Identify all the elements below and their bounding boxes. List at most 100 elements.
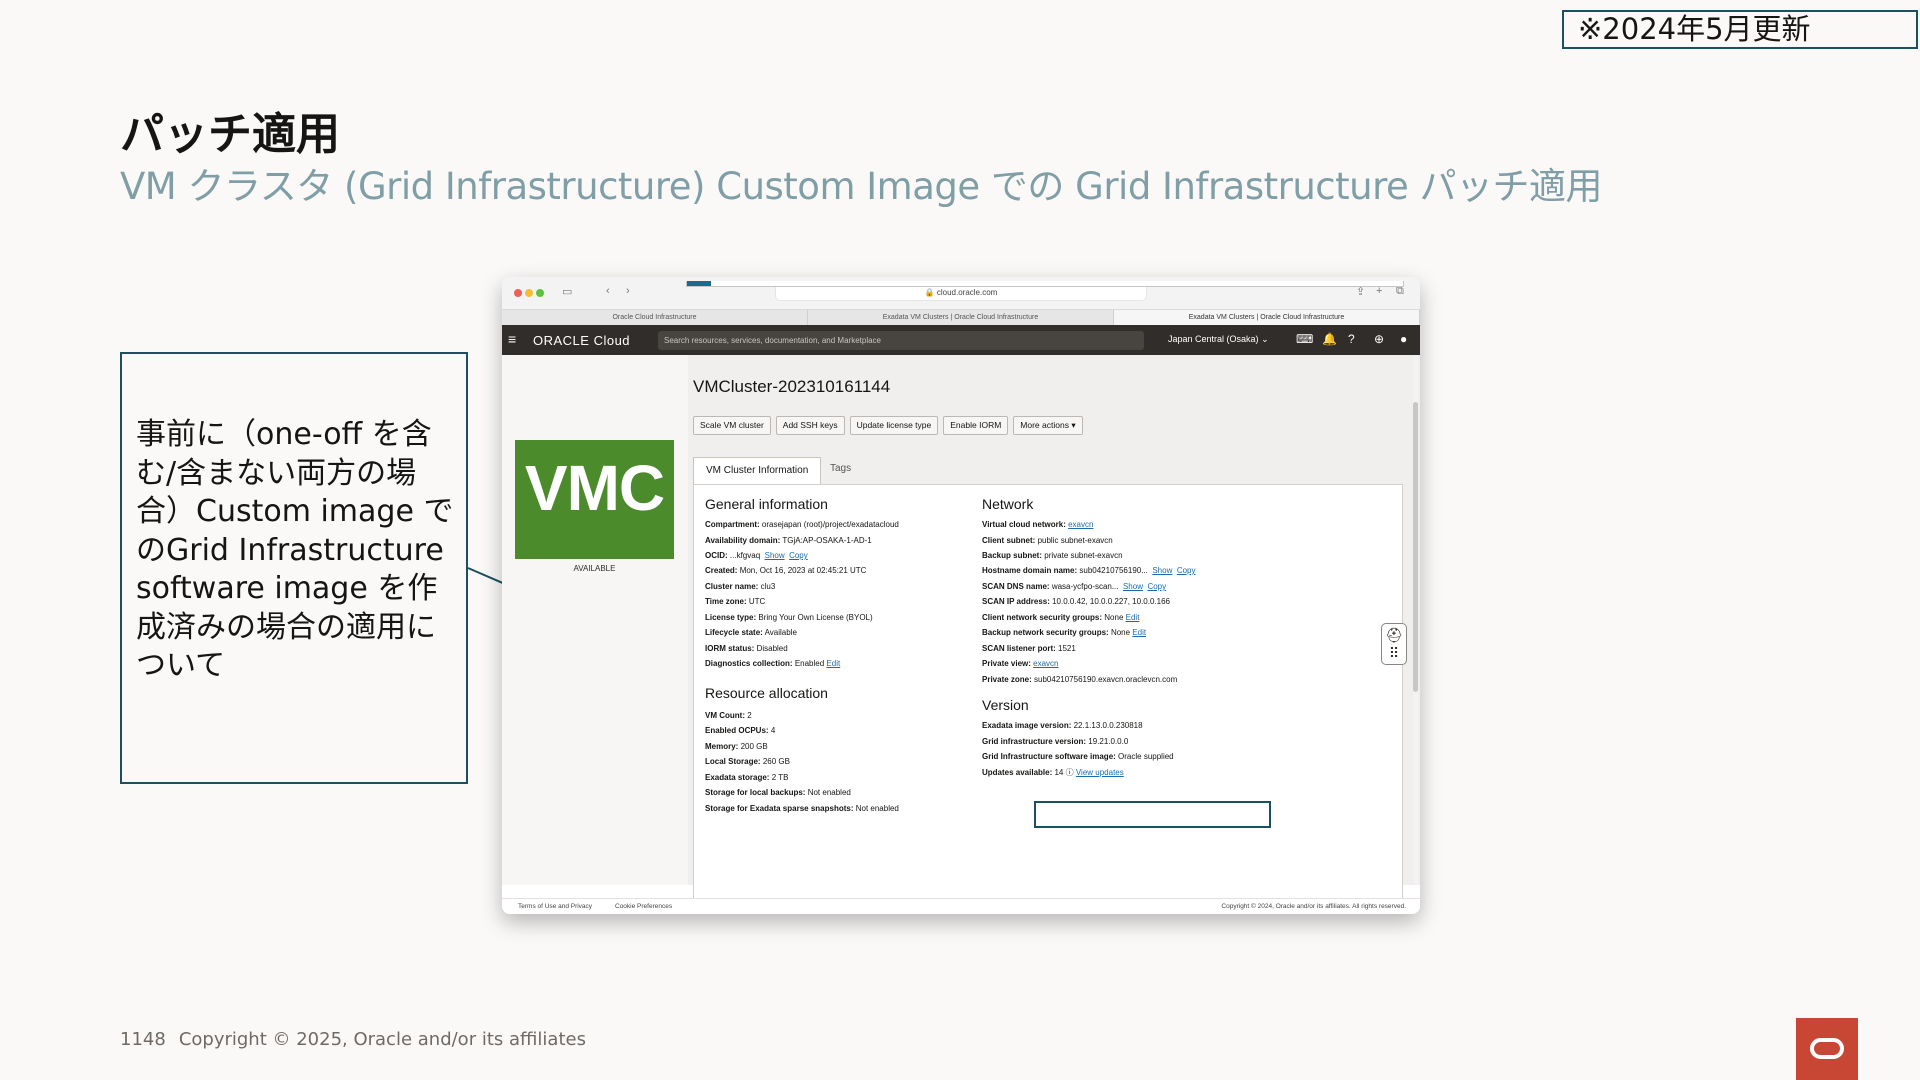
- row-value: Oracle supplied: [1118, 752, 1174, 761]
- cluster-name-heading: VMCluster-202310161144: [693, 377, 891, 396]
- row-value: 2 TB: [771, 773, 789, 782]
- oracle-cloud-logo[interactable]: ORACLE Cloud: [533, 333, 630, 348]
- edit-link[interactable]: Edit: [1126, 613, 1140, 622]
- oracle-logo-icon: [1796, 1018, 1858, 1080]
- row-label: Client network security groups:: [982, 613, 1103, 622]
- row-value: 4: [770, 726, 776, 735]
- url-text: cloud.oracle.com: [936, 288, 998, 297]
- more-actions-button[interactable]: More actions ▾: [1013, 416, 1083, 435]
- help-icon[interactable]: ?: [1348, 332, 1355, 346]
- slide-footer: 1148 Copyright © 2025, Oracle and/or its …: [120, 1029, 586, 1050]
- cookie-preferences-link[interactable]: Cookie Preferences: [615, 903, 672, 910]
- edit-link[interactable]: Edit: [1132, 628, 1146, 637]
- row-value: private subnet-exavcn: [1044, 551, 1123, 560]
- row-value: 22.1.13.0.0.230818: [1073, 721, 1143, 730]
- help-widget-lifebuoy-icon[interactable]: ⛑ ⠿: [1381, 623, 1407, 665]
- row-value: Disabled: [756, 644, 788, 653]
- gi-image-highlight-box: [1034, 801, 1271, 828]
- row-value: None: [1104, 613, 1124, 622]
- minimize-window-dot[interactable]: [525, 289, 533, 297]
- general-information-heading: General information: [705, 496, 828, 512]
- scan-dns-row: SCAN DNS name: wasa-ycfpo-scan... Show C…: [982, 582, 1166, 592]
- network-heading: Network: [982, 496, 1034, 512]
- row-value: sub04210756190.exavcn.oraclevcn.com: [1034, 675, 1178, 684]
- row-label: License type:: [705, 613, 757, 622]
- show-link[interactable]: Show: [1152, 566, 1172, 575]
- row-label: OCID:: [705, 551, 728, 560]
- tab-tags[interactable]: Tags: [830, 463, 851, 474]
- copy-link[interactable]: Copy: [789, 551, 808, 560]
- view-updates-link[interactable]: View updates: [1076, 768, 1124, 777]
- row-value: None: [1110, 628, 1131, 637]
- update-license-type-button[interactable]: Update license type: [849, 416, 939, 435]
- row-value: 2: [747, 711, 752, 720]
- hamburger-menu-icon[interactable]: ≡: [508, 332, 516, 346]
- row-value: 19.21.0.0.0: [1088, 737, 1129, 746]
- client-nsg-row: Client network security groups: None Edi…: [982, 613, 1139, 623]
- browser-tabstrip: Oracle Cloud Infrastructure Exadata VM C…: [502, 309, 1420, 326]
- info-icon[interactable]: ⓘ: [1066, 768, 1074, 777]
- vcn-row: Virtual cloud network: exavcn: [982, 520, 1093, 530]
- slide-subtitle: VM クラスタ (Grid Infrastructure) Custom Ima…: [120, 165, 1603, 208]
- back-icon[interactable]: ‹: [606, 285, 610, 297]
- oracle-o-mark: [1810, 1038, 1844, 1059]
- notifications-bell-icon[interactable]: 🔔: [1322, 332, 1337, 346]
- forward-icon[interactable]: ›: [626, 285, 630, 297]
- user-profile-icon[interactable]: ●: [1400, 332, 1407, 346]
- row-value: TGjA:AP-OSAKA-1-AD-1: [782, 536, 872, 545]
- private-zone-row: Private zone: sub04210756190.exavcn.orac…: [982, 675, 1177, 685]
- row-label: Exadata storage:: [705, 773, 770, 782]
- row-value: Mon, Oct 16, 2023 at 02:45:21 UTC: [739, 566, 867, 575]
- row-value: Enabled: [794, 659, 825, 668]
- language-globe-icon[interactable]: ⊕: [1374, 332, 1384, 346]
- vm-count-row: VM Count: 2: [705, 711, 752, 721]
- browser-tab[interactable]: Exadata VM Clusters | Oracle Cloud Infra…: [808, 310, 1114, 326]
- row-value: UTC: [748, 597, 766, 606]
- browser-tab[interactable]: Oracle Cloud Infrastructure: [502, 310, 808, 326]
- row-label: SCAN DNS name:: [982, 582, 1050, 591]
- page-top-strip: [686, 281, 1404, 287]
- browser-tab-active[interactable]: Exadata VM Clusters | Oracle Cloud Infra…: [1114, 310, 1420, 326]
- version-heading: Version: [982, 697, 1029, 713]
- vm-cluster-tile: VMC: [515, 440, 674, 559]
- sidebar-icon[interactable]: ▭: [562, 285, 572, 298]
- region-selector[interactable]: Japan Central (Osaka) ⌄: [1168, 334, 1269, 345]
- updates-available-row: Updates available: 14 ⓘ View updates: [982, 768, 1124, 778]
- enable-iorm-button[interactable]: Enable IORM: [943, 416, 1009, 435]
- vcn-link[interactable]: exavcn: [1068, 520, 1093, 529]
- local-backups-row: Storage for local backups: Not enabled: [705, 788, 851, 798]
- exadata-image-version-row: Exadata image version: 22.1.13.0.0.23081…: [982, 721, 1143, 731]
- status-label: AVAILABLE: [573, 564, 616, 573]
- scale-vm-cluster-button[interactable]: Scale VM cluster: [693, 416, 771, 435]
- update-badge: ※2024年5月更新: [1562, 10, 1918, 49]
- show-link[interactable]: Show: [765, 551, 785, 560]
- row-label: Exadata image version:: [982, 721, 1072, 730]
- row-label: IORM status:: [705, 644, 755, 653]
- edit-link[interactable]: Edit: [826, 659, 840, 668]
- show-link[interactable]: Show: [1123, 582, 1143, 591]
- created-row: Created: Mon, Oct 16, 2023 at 02:45:21 U…: [705, 566, 866, 576]
- tab-vm-cluster-information[interactable]: VM Cluster Information: [693, 457, 822, 484]
- terms-link[interactable]: Terms of Use and Privacy: [518, 903, 592, 910]
- row-value: 260 GB: [762, 757, 790, 766]
- copy-link[interactable]: Copy: [1147, 582, 1166, 591]
- row-label: Backup network security groups:: [982, 628, 1109, 637]
- copy-link[interactable]: Copy: [1177, 566, 1196, 575]
- row-label: Storage for local backups:: [705, 788, 806, 797]
- gi-version-row: Grid infrastructure version: 19.21.0.0.0: [982, 737, 1128, 747]
- scrollbar-thumb[interactable]: [1413, 402, 1418, 692]
- cloud-shell-icon[interactable]: ⌨: [1296, 332, 1313, 346]
- maximize-window-dot[interactable]: [536, 289, 544, 297]
- slide-title: パッチ適用: [120, 109, 340, 160]
- scan-ip-row: SCAN IP address: 10.0.0.42, 10.0.0.227, …: [982, 597, 1170, 607]
- chevron-down-icon: ⌄: [1261, 334, 1269, 344]
- close-window-dot[interactable]: [514, 289, 522, 297]
- private-view-row: Private view: exavcn: [982, 659, 1059, 669]
- private-view-link[interactable]: exavcn: [1033, 659, 1058, 668]
- details-card: General information Compartment: oraseja…: [693, 484, 1403, 904]
- row-value: public subnet-exavcn: [1037, 536, 1113, 545]
- add-ssh-keys-button[interactable]: Add SSH keys: [775, 416, 845, 435]
- page-scrollbar[interactable]: [1413, 357, 1418, 883]
- oci-search-input[interactable]: Search resources, services, documentatio…: [658, 331, 1144, 350]
- backup-nsg-row: Backup network security groups: None Edi…: [982, 628, 1146, 638]
